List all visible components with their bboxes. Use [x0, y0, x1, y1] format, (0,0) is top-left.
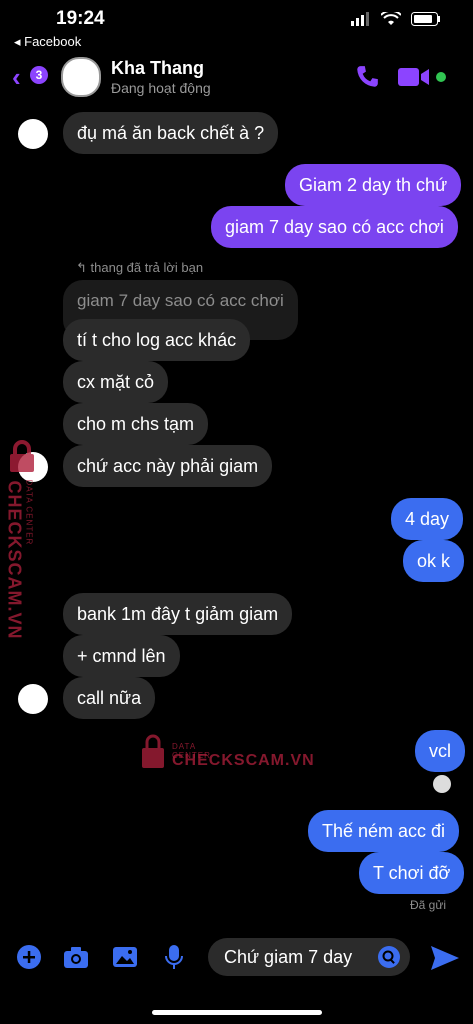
lock-icon: [142, 734, 164, 768]
sender-avatar[interactable]: [18, 119, 48, 149]
message-in[interactable]: đụ má ăn back chết à ?: [63, 112, 279, 154]
camera-icon[interactable]: [63, 944, 89, 970]
seen-avatar: [433, 775, 451, 793]
reply-label-text: thang đã trả lời bạn: [90, 260, 204, 275]
watermark-brand: CHECKSCAM.VN: [172, 752, 315, 769]
contact-status: Đang hoạt động: [111, 80, 211, 96]
contact-name[interactable]: Kha Thang: [111, 58, 204, 79]
message-out[interactable]: Giam 2 day th chứ: [285, 164, 462, 206]
message-in[interactable]: cx mặt cỏ: [63, 361, 169, 403]
home-indicator: [152, 1010, 322, 1015]
message-out[interactable]: T chơi đỡ: [359, 852, 465, 894]
message-in[interactable]: + cmnd lên: [63, 635, 180, 677]
reply-icon: ↰: [76, 260, 91, 275]
back-button[interactable]: ‹: [12, 62, 21, 93]
sender-avatar[interactable]: [18, 684, 48, 714]
sent-status: Đã gửi: [410, 898, 447, 912]
battery-icon: [411, 12, 440, 26]
watermark-vertical: CHECKSCAM.VN DATA CENTER: [4, 440, 44, 640]
microphone-icon[interactable]: [161, 944, 187, 970]
status-icons: [351, 12, 441, 26]
wifi-icon: [381, 12, 401, 25]
video-call-icon[interactable]: [398, 66, 430, 88]
message-out[interactable]: 4 day: [391, 498, 464, 540]
plus-icon[interactable]: [16, 944, 42, 970]
message-out[interactable]: ok k: [403, 540, 465, 582]
message-in[interactable]: call nữa: [63, 677, 156, 719]
message-in[interactable]: bank 1m đây t giảm giam: [63, 593, 293, 635]
message-input-value[interactable]: Chứ giam 7 day: [224, 947, 352, 968]
signal-icon: [351, 12, 369, 26]
online-indicator: [436, 72, 446, 82]
sticker-search-button[interactable]: [378, 946, 400, 968]
watermark-tagline: DATA CENTER: [24, 479, 34, 546]
message-out[interactable]: Thế ném acc đi: [308, 810, 460, 852]
message-in[interactable]: chứ acc này phải giam: [63, 445, 273, 487]
message-in[interactable]: cho m chs tạm: [63, 403, 209, 445]
lock-icon: [10, 440, 34, 472]
watermark-brand: CHECKSCAM.VN: [4, 480, 25, 640]
search-icon: [382, 950, 395, 964]
contact-avatar[interactable]: [61, 57, 101, 97]
back-to-app-link[interactable]: ◂ Facebook: [14, 34, 81, 50]
status-time: 19:24: [56, 8, 105, 29]
send-icon[interactable]: [430, 944, 460, 972]
gallery-icon[interactable]: [112, 944, 138, 970]
message-in[interactable]: tí t cho log acc khác: [63, 319, 251, 361]
reply-label: ↰ thang đã trả lời bạn: [76, 260, 203, 276]
message-out[interactable]: giam 7 day sao có acc chơi: [211, 206, 458, 248]
message-out[interactable]: vcl: [415, 730, 465, 772]
phone-icon[interactable]: [354, 64, 380, 90]
unread-badge: 3: [30, 66, 48, 84]
